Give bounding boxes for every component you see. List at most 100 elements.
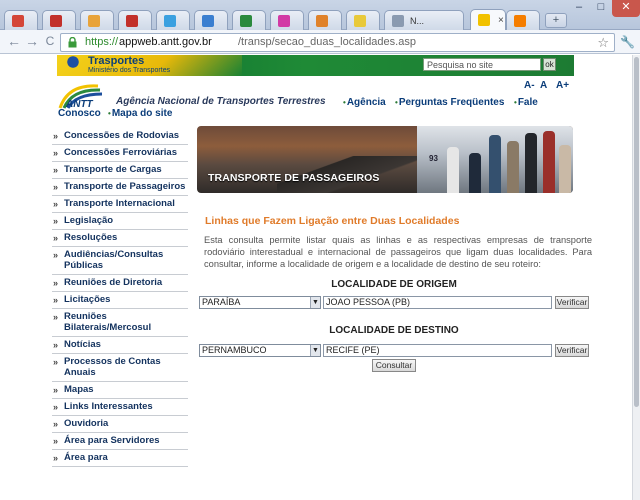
star-icon	[354, 14, 366, 27]
browser-tab[interactable]	[270, 10, 304, 30]
sidebar-item[interactable]: » Reuniões Bilaterais/Mercosul	[52, 309, 188, 337]
destination-city-field[interactable]: RECIFE (PE)	[323, 344, 552, 357]
forward-icon[interactable]: →	[24, 34, 40, 50]
browser-tab[interactable]	[308, 10, 342, 30]
bookmark-star-icon[interactable]: ☆	[597, 35, 609, 51]
chevron-right-icon: »	[53, 250, 59, 260]
sidebar-item-label: Transporte de Cargas	[64, 164, 162, 175]
sidebar-item-label: Reuniões Bilaterais/Mercosul	[64, 311, 152, 333]
origin-city-field[interactable]: JOAO PESSOA (PB)	[323, 296, 552, 309]
sidebar-item[interactable]: » Links Interessantes	[52, 399, 188, 416]
browser-tab[interactable]	[118, 10, 152, 30]
sidebar-item[interactable]: » Resoluções	[52, 230, 188, 247]
page-heading: Linhas que Fazem Ligação entre Duas Loca…	[205, 215, 460, 227]
sidebar-item[interactable]: » Licitações	[52, 292, 188, 309]
minimize-button[interactable]: –	[568, 0, 590, 17]
gov-flag-icon	[62, 56, 84, 68]
sidebar-item-label: Links Interessantes	[64, 401, 153, 412]
browser-tab[interactable]	[506, 10, 540, 30]
sidebar-item[interactable]: » Ouvidoria	[52, 416, 188, 433]
back-icon[interactable]: ←	[6, 34, 22, 50]
destination-state-select[interactable]: PERNAMBUCO ▼	[199, 344, 321, 357]
site-icon	[126, 14, 138, 27]
gmail-icon	[12, 14, 24, 27]
close-tab-icon[interactable]: ×	[498, 15, 504, 26]
ministry-title[interactable]: Trasportes	[88, 55, 144, 67]
page-icon	[392, 14, 404, 27]
origin-state-select[interactable]: PARAÍBA ▼	[199, 296, 321, 309]
sidebar-item[interactable]: » Notícias	[52, 337, 188, 354]
vertical-scrollbar[interactable]	[632, 55, 640, 500]
sidebar-item-label: Mapas	[64, 384, 94, 395]
sidebar-item[interactable]: » Concessões Ferroviárias	[52, 145, 188, 162]
nav-link-agencia[interactable]: •Agência	[343, 97, 386, 108]
scrollbar-thumb[interactable]	[634, 57, 639, 407]
chevron-right-icon: »	[53, 419, 59, 429]
agency-name: Agência Nacional de Transportes Terrestr…	[116, 96, 326, 107]
nav-link-sitemap[interactable]: •Mapa do site	[108, 108, 172, 119]
close-window-button[interactable]: ✕	[612, 0, 640, 17]
consultar-button[interactable]: Consultar	[372, 359, 416, 372]
browser-tab[interactable]	[42, 10, 76, 30]
nav-link-fale[interactable]: •Fale	[514, 97, 538, 108]
browser-tab[interactable]	[346, 10, 380, 30]
chevron-right-icon: »	[53, 165, 59, 175]
chevron-down-icon[interactable]: ▼	[310, 345, 320, 356]
browser-tab[interactable]	[80, 10, 114, 30]
maximize-button[interactable]: □	[590, 0, 612, 17]
font-decrease-button[interactable]: A-	[524, 80, 535, 91]
sidebar-item[interactable]: » Transporte de Passageiros	[52, 179, 188, 196]
chevron-right-icon: »	[53, 436, 59, 446]
browser-tab[interactable]	[156, 10, 190, 30]
font-reset-button[interactable]: A	[540, 80, 547, 91]
ministry-subtitle: Ministério dos Transportes	[88, 67, 171, 74]
sidebar-item[interactable]: » Audiências/Consultas Públicas	[52, 247, 188, 275]
sidebar-item-label: Audiências/Consultas Públicas	[64, 249, 164, 271]
sidebar-item[interactable]: » Área para Servidores	[52, 433, 188, 450]
origin-verify-button[interactable]: Verificar	[555, 296, 589, 309]
destination-verify-button[interactable]: Verificar	[555, 344, 589, 357]
sidebar-item-label: Reuniões de Diretoria	[64, 277, 163, 288]
reload-icon[interactable]: C	[42, 34, 58, 50]
nav-link-faq[interactable]: •Perguntas Freqüentes	[395, 97, 504, 108]
browser-tab[interactable]	[194, 10, 228, 30]
browser-tab[interactable]	[232, 10, 266, 30]
browser-toolbar: ← → C https:// appweb.antt.gov.br /trans…	[0, 30, 640, 54]
destination-city-value: RECIFE (PE)	[326, 345, 380, 355]
origin-section-title: LOCALIDADE DE ORIGEM	[331, 279, 457, 290]
banner-person	[447, 147, 459, 193]
site-search-input[interactable]	[423, 58, 541, 71]
sidebar-item[interactable]: » Área para	[52, 450, 188, 467]
chevron-right-icon: »	[53, 340, 59, 350]
sidebar-item[interactable]: » Reuniões de Diretoria	[52, 275, 188, 292]
sidebar-item[interactable]: » Transporte de Cargas	[52, 162, 188, 179]
sidebar-item[interactable]: » Processos de Contas Anuais	[52, 354, 188, 382]
sidebar-item[interactable]: » Concessões de Rodovias	[52, 128, 188, 145]
bookmark-icon	[88, 14, 100, 27]
new-tab-button[interactable]: +	[545, 13, 567, 28]
browser-tab[interactable]	[4, 10, 38, 30]
sidebar-item[interactable]: » Legislação	[52, 213, 188, 230]
chevron-down-icon[interactable]: ▼	[310, 297, 320, 308]
browser-tab[interactable]: N...	[384, 10, 464, 30]
address-bar[interactable]: https:// appweb.antt.gov.br /transp/seca…	[60, 33, 615, 52]
section-banner: 93 TRANSPORTE DE PASSAGEIROS	[197, 126, 573, 193]
sidebar-item[interactable]: » Mapas	[52, 382, 188, 399]
chevron-right-icon: »	[53, 357, 59, 367]
nav-link-conosco[interactable]: Conosco	[58, 108, 101, 119]
firefox-icon	[316, 14, 328, 27]
sidebar-item-label: Resoluções	[64, 232, 118, 243]
page-description: Esta consulta permite listar quais as li…	[204, 235, 592, 269]
search-ok-button[interactable]: ok	[543, 58, 556, 71]
browser-tab[interactable]: ×	[470, 9, 506, 30]
sidebar-item[interactable]: » Transporte Internacional	[52, 196, 188, 213]
font-increase-button[interactable]: A+	[556, 80, 569, 91]
page-viewport: Trasportes Ministério dos Transportes ok…	[0, 55, 632, 500]
tab-strip: N... × + – □ ✕	[0, 0, 640, 30]
chevron-right-icon: »	[53, 295, 59, 305]
site-icon	[50, 14, 62, 27]
chevron-right-icon: »	[53, 131, 59, 141]
bus-number: 93	[429, 154, 438, 163]
chevron-right-icon: »	[53, 148, 59, 158]
wrench-icon[interactable]: 🔧	[620, 35, 635, 49]
